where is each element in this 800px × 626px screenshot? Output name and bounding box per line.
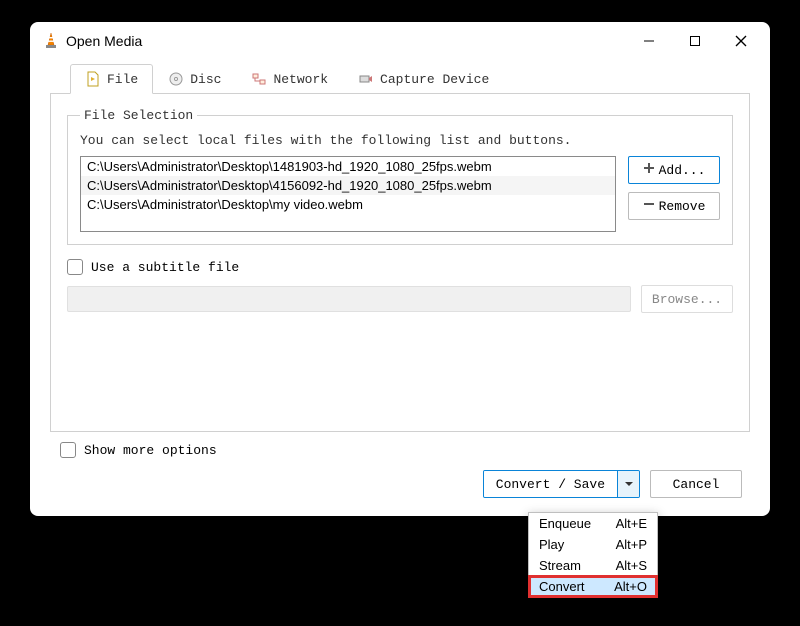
- cancel-label: Cancel: [673, 477, 720, 492]
- tabs: File Disc Network Capture Device: [50, 60, 750, 94]
- chevron-down-icon: [624, 477, 634, 492]
- menu-item-label: Enqueue: [539, 516, 591, 531]
- capture-icon: [358, 71, 374, 87]
- menu-item-play[interactable]: Play Alt+P: [529, 534, 657, 555]
- tab-label: Capture Device: [380, 72, 489, 87]
- subtitle-checkbox-label: Use a subtitle file: [91, 260, 239, 275]
- add-button[interactable]: Add...: [628, 156, 720, 184]
- menu-item-enqueue[interactable]: Enqueue Alt+E: [529, 513, 657, 534]
- menu-item-stream[interactable]: Stream Alt+S: [529, 555, 657, 576]
- convert-save-splitbutton: Convert / Save: [483, 470, 640, 498]
- show-more-row: Show more options: [60, 442, 740, 458]
- menu-item-shortcut: Alt+O: [614, 579, 647, 594]
- subtitle-path-field: [67, 286, 631, 312]
- list-item[interactable]: C:\Users\Administrator\Desktop\my video.…: [81, 195, 615, 214]
- subtitle-checkbox-row: Use a subtitle file: [67, 259, 733, 275]
- tab-label: Network: [273, 72, 328, 87]
- list-item[interactable]: C:\Users\Administrator\Desktop\1481903-h…: [81, 157, 615, 176]
- file-selection-legend: File Selection: [80, 108, 197, 123]
- file-selection-description: You can select local files with the foll…: [80, 133, 720, 148]
- tab-disc[interactable]: Disc: [153, 64, 236, 93]
- network-icon: [251, 71, 267, 87]
- show-more-checkbox[interactable]: [60, 442, 76, 458]
- menu-item-convert[interactable]: Convert Alt+O: [529, 576, 657, 597]
- browse-button[interactable]: Browse...: [641, 285, 733, 313]
- dialog-footer: Convert / Save Cancel: [30, 470, 770, 516]
- tab-capture[interactable]: Capture Device: [343, 64, 504, 93]
- convert-save-menu: Enqueue Alt+E Play Alt+P Stream Alt+S Co…: [528, 512, 658, 598]
- close-button[interactable]: [718, 26, 764, 56]
- titlebar: Open Media: [30, 22, 770, 60]
- menu-item-shortcut: Alt+P: [616, 537, 647, 552]
- browse-label: Browse...: [652, 292, 722, 307]
- tab-file[interactable]: File: [70, 64, 153, 94]
- menu-item-label: Stream: [539, 558, 581, 573]
- subtitle-path-row: Browse...: [67, 285, 733, 313]
- convert-save-button[interactable]: Convert / Save: [484, 471, 617, 497]
- minus-icon: [643, 198, 655, 214]
- file-icon: [85, 71, 101, 87]
- plus-icon: [643, 162, 655, 178]
- menu-item-shortcut: Alt+E: [616, 516, 647, 531]
- tab-content: File Selection You can select local file…: [50, 94, 750, 432]
- open-media-dialog: Open Media File Disc Network: [30, 22, 770, 516]
- subtitle-checkbox[interactable]: [67, 259, 83, 275]
- minimize-button[interactable]: [626, 26, 672, 56]
- remove-button[interactable]: Remove: [628, 192, 720, 220]
- tab-network[interactable]: Network: [236, 64, 343, 93]
- disc-icon: [168, 71, 184, 87]
- menu-item-label: Play: [539, 537, 564, 552]
- add-label: Add...: [659, 163, 706, 178]
- show-more-label: Show more options: [84, 443, 217, 458]
- list-item[interactable]: C:\Users\Administrator\Desktop\4156092-h…: [81, 176, 615, 195]
- window-title: Open Media: [60, 33, 626, 49]
- cancel-button[interactable]: Cancel: [650, 470, 742, 498]
- remove-label: Remove: [659, 199, 706, 214]
- file-listbox[interactable]: C:\Users\Administrator\Desktop\1481903-h…: [80, 156, 616, 232]
- maximize-button[interactable]: [672, 26, 718, 56]
- convert-save-label: Convert / Save: [496, 477, 605, 492]
- tab-label: File: [107, 72, 138, 87]
- vlc-cone-icon: [42, 32, 60, 50]
- convert-save-dropdown-arrow[interactable]: [617, 471, 639, 497]
- tab-label: Disc: [190, 72, 221, 87]
- menu-item-label: Convert: [539, 579, 585, 594]
- menu-item-shortcut: Alt+S: [616, 558, 647, 573]
- file-selection-group: File Selection You can select local file…: [67, 108, 733, 245]
